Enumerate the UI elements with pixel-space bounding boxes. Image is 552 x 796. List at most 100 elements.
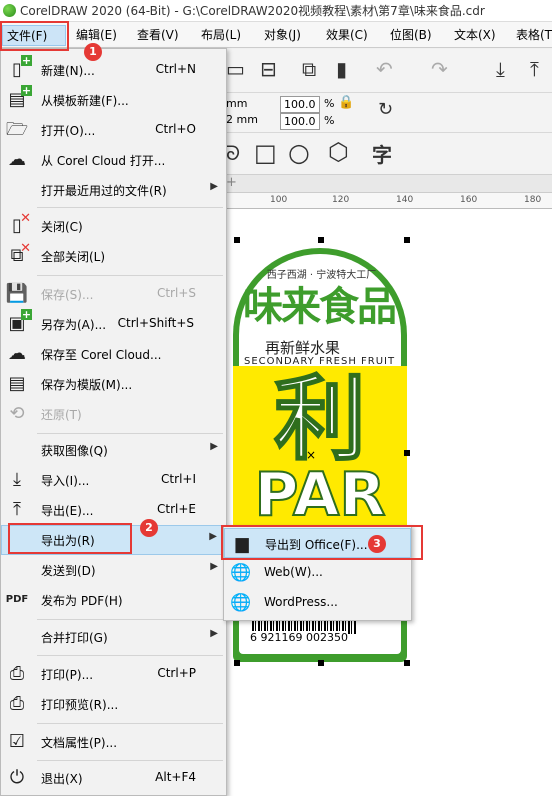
export-toolbar-icon[interactable]: ⤒ bbox=[530, 57, 539, 81]
selection-handle[interactable] bbox=[318, 660, 324, 666]
pdf-icon: PDF bbox=[5, 594, 29, 605]
save-as-icon: ▣ + bbox=[8, 308, 32, 334]
label-subtitle: 西子西湖 · 宁波特大工厂 bbox=[266, 270, 377, 281]
text-tool-icon[interactable]: 字 bbox=[372, 139, 392, 168]
scale-y-field[interactable]: 100.0 bbox=[280, 113, 320, 130]
align-icon[interactable]: ⊟ bbox=[260, 57, 277, 81]
scale-x-field[interactable]: 100.0 bbox=[280, 96, 320, 113]
menu-label: 从模板新建(F)... bbox=[41, 94, 129, 108]
undo-icon[interactable]: ↶ bbox=[376, 57, 393, 81]
file-menu-new[interactable]: ▯ + 新建(N)... Ctrl+N bbox=[1, 55, 226, 85]
file-menu-save-as[interactable]: ▣ + 另存为(A)... Ctrl+Shift+S bbox=[1, 309, 226, 339]
menu-text[interactable]: 文本(X) bbox=[450, 25, 500, 46]
menu-separator bbox=[37, 433, 223, 434]
menu-layout[interactable]: 布局(L) bbox=[197, 25, 245, 46]
menu-shortcut: Ctrl+S bbox=[156, 286, 196, 300]
menu-shortcut: Ctrl+E bbox=[157, 502, 196, 516]
new-from-template-icon: ▤ + bbox=[8, 84, 32, 110]
file-menu-acquire-image[interactable]: 获取图像(Q) ▶ bbox=[1, 435, 226, 465]
file-menu-revert[interactable]: ⟲ 还原(T) bbox=[1, 399, 226, 429]
lock-ratio-icon[interactable]: 🔒 bbox=[338, 95, 354, 110]
center-marker-icon[interactable]: × bbox=[306, 448, 316, 462]
menu-label: 打印(P)... bbox=[41, 668, 94, 682]
rectangle-icon[interactable]: □ bbox=[254, 139, 277, 167]
menu-file[interactable]: 文件(F) bbox=[2, 25, 66, 46]
ruler-label: 140 bbox=[396, 195, 414, 205]
file-menu-send-to[interactable]: 发送到(D) ▶ bbox=[1, 555, 226, 585]
file-menu-document-properties[interactable]: ☑ 文档属性(P)... bbox=[1, 727, 226, 757]
width-unit: mm bbox=[226, 97, 248, 110]
menu-separator bbox=[37, 619, 223, 620]
menu-bitmaps[interactable]: 位图(B) bbox=[386, 25, 436, 46]
wordpress-globe-icon: 🌐 bbox=[230, 593, 252, 613]
file-menu-open-cloud[interactable]: ☁ 从 Corel Cloud 打开... bbox=[1, 145, 226, 175]
file-menu-save-cloud[interactable]: ☁ 保存至 Corel Cloud... bbox=[1, 339, 226, 369]
shape-toolbar: ᘐ □ ○ ⬡ 字 bbox=[226, 133, 552, 175]
menu-label: 新建(N)... bbox=[41, 64, 95, 78]
menu-separator bbox=[37, 760, 223, 761]
rotate-icon[interactable]: ↻ bbox=[378, 99, 393, 120]
file-menu-new-from-template[interactable]: ▤ + 从模板新建(F)... bbox=[1, 85, 226, 115]
submenu-export-wordpress[interactable]: 🌐 WordPress... bbox=[224, 588, 411, 618]
new-doc-icon: ▯ + bbox=[12, 54, 32, 80]
callout-badge-1: 1 bbox=[84, 43, 102, 61]
polygon-icon[interactable]: ⬡ bbox=[328, 138, 349, 166]
selection-handle[interactable] bbox=[404, 237, 410, 243]
open-folder-icon: 🗁 bbox=[5, 119, 29, 140]
file-menu-open-recent[interactable]: 打开最近用过的文件(R) ▶ bbox=[1, 175, 226, 205]
file-menu-exit[interactable]: ⏻ 退出(X) Alt+F4 bbox=[1, 763, 226, 793]
menu-label: 保存至 Corel Cloud... bbox=[41, 348, 162, 362]
ellipse-icon[interactable]: ○ bbox=[288, 138, 310, 167]
add-tab-icon[interactable]: + bbox=[226, 175, 237, 190]
selection-handle[interactable] bbox=[234, 660, 240, 666]
ruler-label: 180 bbox=[524, 195, 542, 205]
menu-separator bbox=[37, 275, 223, 276]
import-icon: ⤓ bbox=[13, 469, 21, 490]
label-brand-name: 味来食品 bbox=[243, 284, 397, 330]
selection-handle[interactable] bbox=[318, 237, 324, 243]
file-menu-save[interactable]: 💾 保存(S)... Ctrl+S bbox=[1, 279, 226, 309]
menu-object[interactable]: 对象(J) bbox=[260, 25, 305, 46]
redo-icon[interactable]: ↷ bbox=[431, 57, 448, 81]
freehand-icon[interactable]: ᘐ bbox=[226, 141, 240, 165]
menu-separator bbox=[37, 723, 223, 724]
label-big-character: 利 bbox=[273, 366, 367, 473]
menu-bar: 文件(F) 编辑(E) 查看(V) 布局(L) 对象(J) 效果(C) 位图(B… bbox=[0, 22, 552, 48]
file-menu-print-merge[interactable]: 合并打印(G) ▶ bbox=[1, 622, 226, 652]
menu-label: 导入(I)... bbox=[41, 474, 90, 488]
file-menu-publish-pdf[interactable]: PDF 发布为 PDF(H) bbox=[1, 585, 226, 615]
menu-effects[interactable]: 效果(C) bbox=[322, 25, 372, 46]
cloud-upload-icon: ☁ bbox=[8, 343, 26, 364]
file-menu-export[interactable]: ⤒ 导出(E)... Ctrl+E bbox=[1, 495, 226, 525]
copy-properties-icon[interactable]: ⧉ bbox=[302, 57, 316, 81]
scale-y-percent: % bbox=[324, 114, 335, 127]
menu-label: 发布为 PDF(H) bbox=[41, 594, 123, 608]
close-all-icon: ⧉ ✕ bbox=[10, 241, 31, 266]
submenu-arrow-icon: ▶ bbox=[210, 441, 218, 452]
selection-handle[interactable] bbox=[404, 450, 410, 456]
paste-icon[interactable]: ▮ bbox=[336, 57, 347, 81]
file-menu-open[interactable]: 🗁 打开(O)... Ctrl+O bbox=[1, 115, 226, 145]
selection-handle[interactable] bbox=[404, 660, 410, 666]
file-menu-import[interactable]: ⤓ 导入(I)... Ctrl+I bbox=[1, 465, 226, 495]
menu-table[interactable]: 表格(T) bbox=[512, 25, 552, 46]
menu-label: 全部关闭(L) bbox=[41, 250, 106, 264]
callout-badge-3: 3 bbox=[368, 535, 386, 553]
file-menu-close[interactable]: ▯ ✕ 关闭(C) bbox=[1, 211, 226, 241]
web-globe-icon: 🌐 bbox=[230, 563, 252, 583]
file-menu-save-template[interactable]: ▤ 保存为模版(M)... bbox=[1, 369, 226, 399]
menu-separator bbox=[37, 655, 223, 656]
submenu-export-web[interactable]: 🌐 Web(W)... bbox=[224, 558, 411, 588]
menu-label: 退出(X) bbox=[41, 772, 83, 786]
scale-x-percent: % bbox=[324, 97, 335, 110]
file-menu-print[interactable]: ⎙ 打印(P)... Ctrl+P bbox=[1, 659, 226, 689]
import-toolbar-icon[interactable]: ⤓ bbox=[496, 57, 505, 81]
menu-view[interactable]: 查看(V) bbox=[133, 25, 183, 46]
menu-label: 文档属性(P)... bbox=[41, 736, 118, 750]
toolbar-partial-icon[interactable]: ▭ bbox=[226, 57, 245, 81]
menu-shortcut: Ctrl+N bbox=[155, 62, 196, 76]
file-menu-print-preview[interactable]: ⎙ 打印预览(R)... bbox=[1, 689, 226, 719]
file-menu-export-as[interactable]: 导出为(R) ▶ bbox=[1, 525, 226, 555]
selection-handle[interactable] bbox=[234, 237, 240, 243]
file-menu-close-all[interactable]: ⧉ ✕ 全部关闭(L) bbox=[1, 241, 226, 271]
